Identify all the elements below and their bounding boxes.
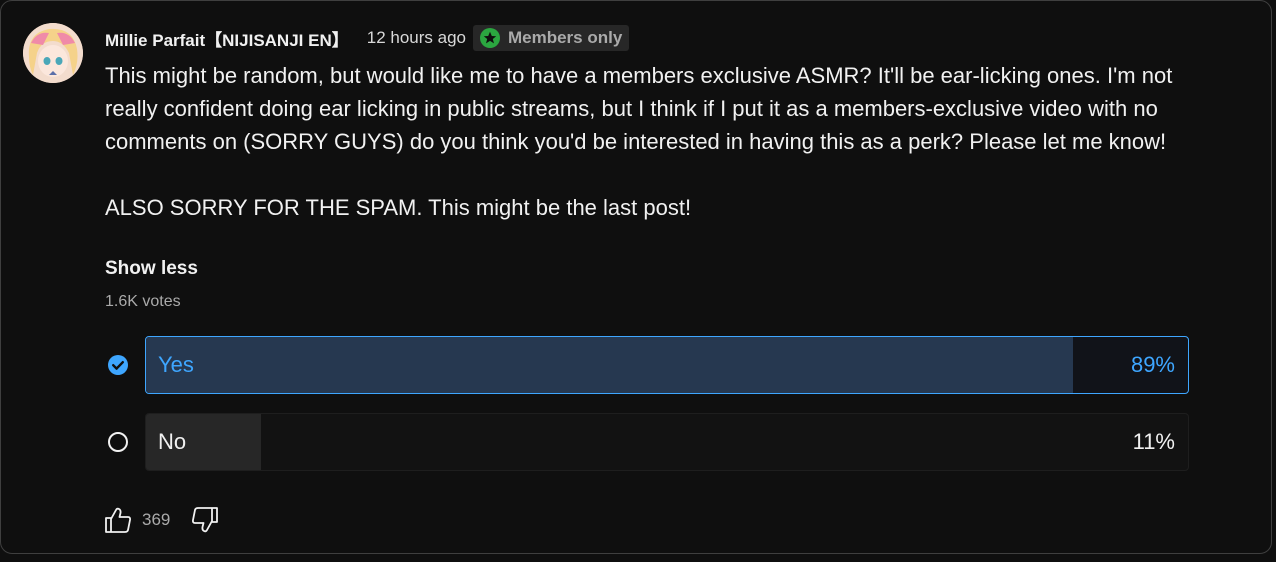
dislike-button[interactable] — [190, 505, 220, 535]
post-paragraph: This might be random, but would like me … — [105, 63, 1173, 154]
like-count: 369 — [142, 510, 171, 529]
thumbs-up-icon — [105, 507, 131, 533]
post-header: Millie Parfait【NIJISANJI EN】 12 hours ag… — [105, 25, 630, 51]
poll-option-label: No — [158, 429, 187, 454]
poll-vote-count: 1.6K votes — [105, 293, 181, 310]
star-icon — [479, 28, 500, 48]
poll-option-percent: 11% — [1132, 429, 1175, 454]
radio-unchecked-icon[interactable] — [107, 431, 129, 453]
author-name[interactable]: Millie Parfait【NIJISANJI EN】 — [105, 26, 349, 51]
post-body: This might be random, but would like me … — [105, 59, 1215, 224]
thumbs-down-icon — [192, 507, 219, 533]
poll-option-yes[interactable]: Yes 89% — [145, 336, 1189, 394]
show-less-button[interactable]: Show less — [105, 258, 198, 280]
community-post-card: Millie Parfait【NIJISANJI EN】 12 hours ag… — [0, 0, 1272, 554]
poll-option-label: Yes — [158, 352, 194, 377]
poll-option-percent: 89% — [1130, 352, 1175, 377]
checked-circle-icon[interactable] — [107, 354, 129, 376]
badge-label: Members only — [507, 28, 623, 47]
poll-option-fill — [146, 337, 1074, 393]
post-paragraph: ALSO SORRY FOR THE SPAM. This might be t… — [105, 195, 692, 220]
members-only-badge: Members only — [472, 25, 630, 51]
poll-option-no[interactable]: No 11% — [145, 413, 1189, 471]
avatar-image — [23, 23, 83, 83]
post-timestamp[interactable]: 12 hours ago — [367, 28, 466, 48]
avatar[interactable] — [23, 23, 83, 83]
like-button[interactable]: 369 — [103, 505, 170, 535]
post-actions: 369 — [103, 504, 220, 536]
